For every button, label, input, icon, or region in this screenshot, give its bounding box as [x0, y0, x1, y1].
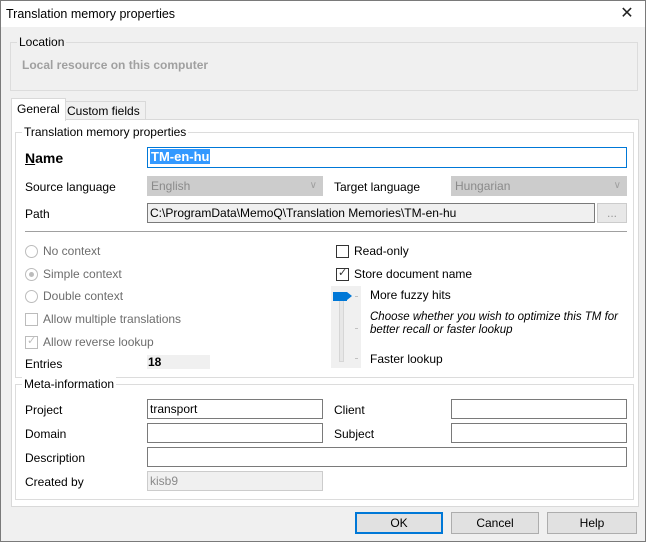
path-label: Path — [25, 207, 50, 221]
subject-input[interactable] — [451, 423, 627, 443]
ok-button[interactable]: OK — [355, 512, 443, 534]
tm-properties-group: Translation memory properties Name TM-en… — [15, 125, 634, 378]
close-icon[interactable]: ✕ — [617, 5, 637, 23]
meta-information-legend: Meta-information — [22, 377, 117, 391]
slider-track — [339, 296, 344, 362]
target-language-select[interactable]: Hungarian ∨ — [451, 176, 627, 196]
cancel-button[interactable]: Cancel — [451, 512, 539, 534]
target-language-label: Target language — [334, 180, 421, 194]
domain-input[interactable] — [147, 423, 323, 443]
location-legend: Location — [17, 35, 67, 49]
path-input[interactable]: C:\ProgramData\MemoQ\Translation Memorie… — [147, 203, 595, 223]
title-bar: Translation memory properties ✕ — [1, 1, 645, 27]
created-by-label: Created by — [25, 475, 84, 489]
read-only-checkbox[interactable] — [336, 245, 349, 258]
domain-label: Domain — [25, 427, 67, 441]
project-label: Project — [25, 403, 63, 417]
store-doc-name-checkbox[interactable]: ✓ — [336, 267, 349, 281]
tab-general-label: General — [17, 102, 60, 116]
client-input[interactable] — [451, 399, 627, 419]
no-context-label: No context — [43, 244, 101, 258]
help-button[interactable]: Help — [547, 512, 637, 534]
store-doc-name-label: Store document name — [354, 267, 473, 281]
tick — [355, 358, 358, 359]
created-by-input: kisb9 — [147, 471, 323, 491]
path-value: C:\ProgramData\MemoQ\Translation Memorie… — [150, 206, 457, 220]
tm-properties-legend: Translation memory properties — [22, 125, 189, 139]
allow-reverse-label: Allow reverse lookup — [43, 335, 154, 349]
entries-label: Entries — [25, 357, 63, 371]
allow-reverse-checkbox[interactable]: ✓ — [25, 335, 38, 349]
simple-context-radio[interactable] — [25, 268, 38, 281]
slider-hint: Choose whether you wish to optimize this… — [370, 311, 618, 336]
name-label: Name — [25, 150, 64, 166]
read-only-label: Read-only — [354, 244, 409, 258]
divider — [25, 231, 627, 232]
source-language-label: Source language — [25, 180, 116, 194]
target-language-value: Hungarian — [455, 179, 511, 193]
checkmark-icon: ✓ — [338, 267, 348, 279]
tick — [355, 296, 358, 297]
browse-button[interactable]: ... — [597, 203, 627, 223]
source-language-select[interactable]: English ∨ — [147, 176, 323, 196]
tab-custom-fields[interactable]: Custom fields — [61, 101, 146, 120]
location-value: Local resource on this computer — [22, 58, 209, 72]
tab-custom-fields-label: Custom fields — [67, 104, 140, 118]
name-value: TM-en-hu — [150, 149, 211, 164]
tick — [355, 328, 358, 329]
chevron-down-icon: ∨ — [309, 180, 317, 191]
description-label: Description — [25, 451, 86, 465]
tab-general[interactable]: General — [11, 98, 66, 121]
source-language-value: English — [151, 179, 191, 193]
no-context-radio[interactable] — [25, 245, 38, 258]
dialog-window: Translation memory properties ✕ Location… — [0, 0, 646, 542]
name-input[interactable]: TM-en-hu — [147, 147, 627, 168]
lookup-slider[interactable] — [331, 286, 361, 368]
simple-context-label: Simple context — [43, 267, 122, 281]
double-context-radio[interactable] — [25, 290, 38, 303]
slider-top-label: More fuzzy hits — [370, 288, 451, 302]
description-input[interactable] — [147, 447, 627, 467]
allow-multiple-label: Allow multiple translations — [43, 312, 182, 326]
double-context-label: Double context — [43, 289, 124, 303]
project-input[interactable]: transport — [147, 399, 323, 419]
location-group: Location Local resource on this computer — [10, 35, 638, 91]
meta-information-group: Meta-information Project transport Clien… — [15, 377, 634, 500]
window-title: Translation memory properties — [6, 7, 176, 21]
allow-multiple-checkbox[interactable] — [25, 313, 38, 326]
slider-thumb[interactable] — [333, 292, 347, 301]
slider-thumb-tip — [347, 292, 352, 300]
slider-bottom-label: Faster lookup — [370, 352, 443, 366]
subject-label: Subject — [334, 427, 375, 441]
chevron-down-icon: ∨ — [613, 180, 621, 191]
client-label: Client — [334, 403, 365, 417]
entries-value: 18 — [147, 355, 210, 369]
general-tab-panel: Translation memory properties Name TM-en… — [11, 119, 639, 507]
checkmark-icon: ✓ — [27, 335, 37, 347]
